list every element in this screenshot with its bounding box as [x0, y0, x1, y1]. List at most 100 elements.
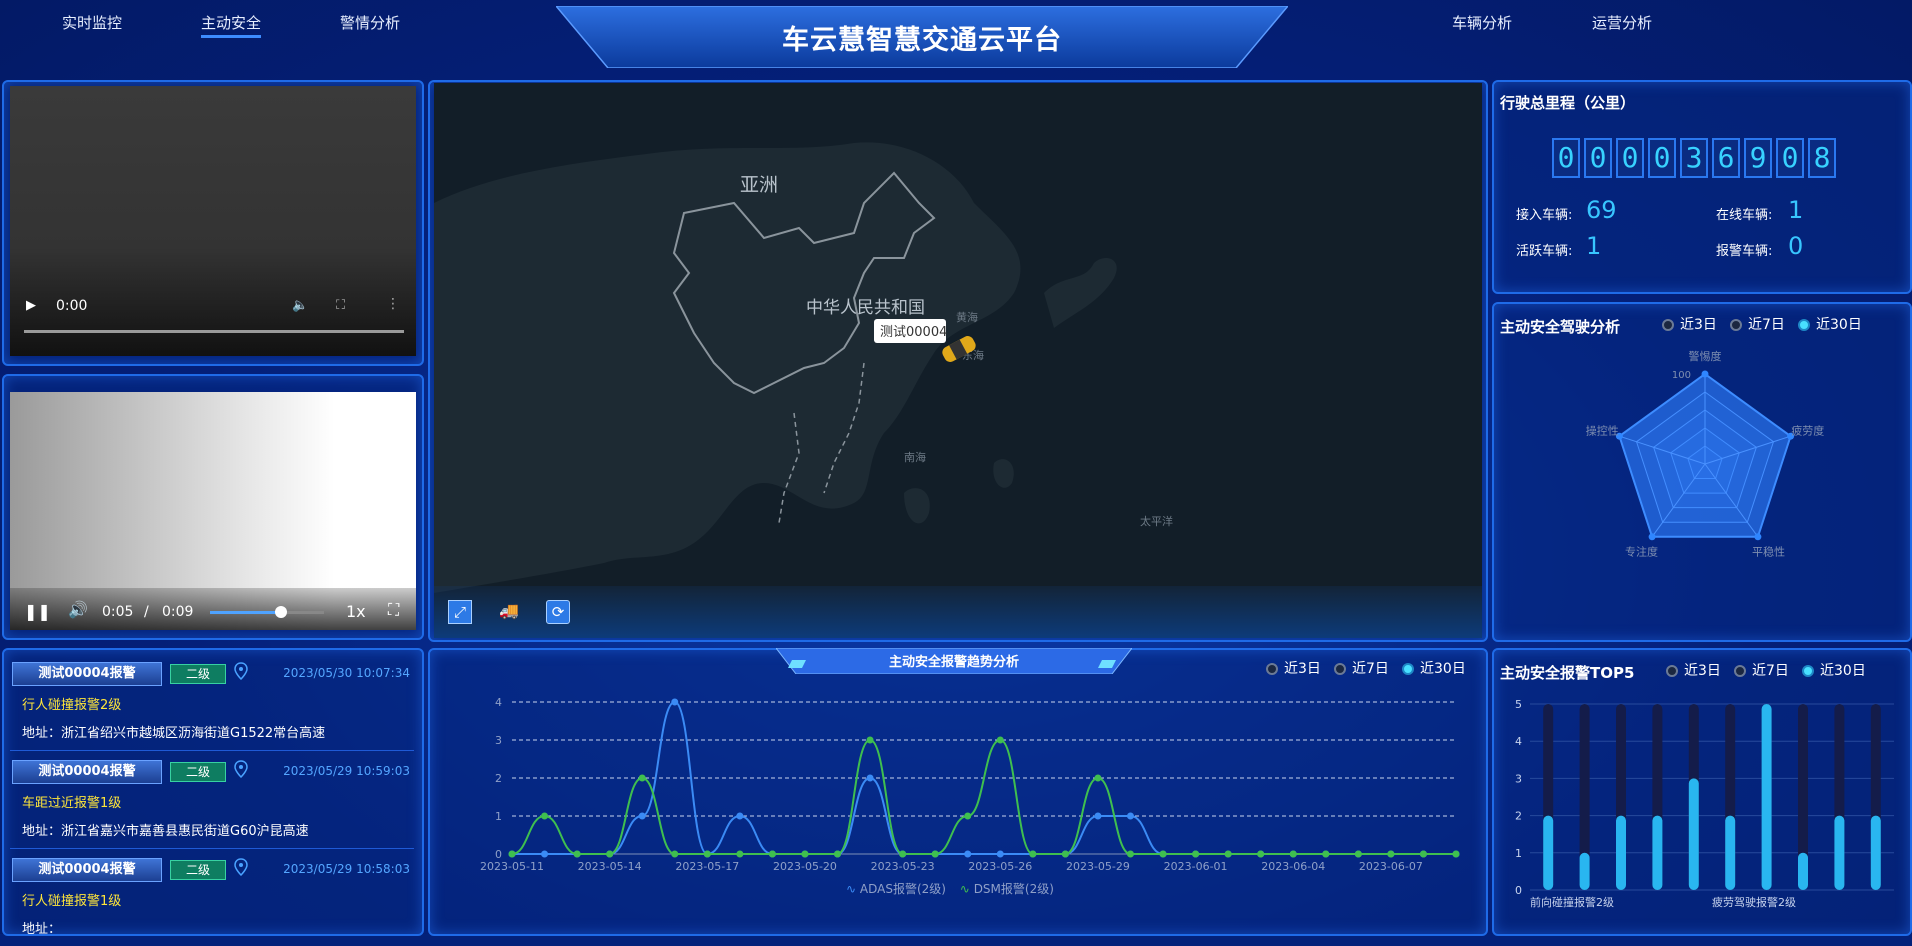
- volume-icon[interactable]: 🔊: [68, 600, 88, 619]
- trend-range-3d[interactable]: 近3日: [1266, 658, 1321, 678]
- nav-active-safety[interactable]: 主动安全: [201, 12, 262, 38]
- data-point[interactable]: [768, 850, 776, 858]
- data-point[interactable]: [866, 774, 874, 782]
- data-point[interactable]: [573, 850, 581, 858]
- data-point[interactable]: [736, 812, 744, 820]
- bar[interactable]: [1616, 815, 1626, 890]
- data-point[interactable]: [964, 850, 972, 858]
- bar[interactable]: [1652, 815, 1663, 890]
- data-point[interactable]: [1419, 850, 1427, 858]
- alert-item[interactable]: 测试00004报警 二级 2023/05/29 10:58:03 行人碰撞报警1…: [10, 854, 414, 946]
- data-point[interactable]: [801, 850, 809, 858]
- play-icon[interactable]: ▶: [26, 298, 36, 313]
- data-point[interactable]: [1126, 850, 1134, 858]
- top5-range-3d[interactable]: 近3日: [1666, 660, 1721, 680]
- data-point[interactable]: [606, 850, 614, 858]
- data-point[interactable]: [1257, 850, 1265, 858]
- data-point[interactable]: [1126, 812, 1134, 820]
- data-point[interactable]: [541, 850, 549, 858]
- bar[interactable]: [1761, 704, 1772, 890]
- trend-range-7d[interactable]: 近7日: [1334, 658, 1389, 678]
- data-point[interactable]: [1224, 850, 1232, 858]
- nav-alert-analysis[interactable]: 警情分析: [340, 12, 400, 33]
- map-view[interactable]: 亚洲 中华人民共和国 黄海 东海 南海 太平洋 测试00004: [434, 83, 1482, 637]
- data-point[interactable]: [1354, 850, 1362, 858]
- seek-knob[interactable]: [274, 606, 287, 618]
- data-point[interactable]: [1061, 850, 1069, 858]
- location-pin-icon[interactable]: [234, 858, 248, 876]
- alert-time: 2023/05/30 10:07:34: [283, 666, 410, 680]
- data-point[interactable]: [996, 736, 1004, 744]
- data-point[interactable]: [638, 774, 646, 782]
- location-pin-icon[interactable]: [234, 760, 248, 778]
- nav-vehicle-analysis[interactable]: 车辆分析: [1452, 12, 1512, 33]
- bar[interactable]: [1688, 778, 1699, 890]
- data-point[interactable]: [1452, 850, 1460, 858]
- nav-realtime-monitor[interactable]: 实时监控: [62, 12, 122, 33]
- radar-range-3d[interactable]: 近3日: [1662, 314, 1717, 334]
- bar[interactable]: [1798, 852, 1808, 890]
- video-player-1[interactable]: ▶ 0:00 🔈 ⛶ ⋮: [10, 86, 416, 356]
- nav-operation-analysis[interactable]: 运营分析: [1592, 12, 1652, 33]
- radar-axis-label: 专注度: [1625, 544, 1658, 558]
- alert-item[interactable]: 测试00004报警 二级 2023/05/29 10:59:03 车距过近报警1…: [10, 756, 414, 849]
- radar-range-30d[interactable]: 近30日: [1798, 314, 1862, 334]
- data-point[interactable]: [834, 850, 842, 858]
- video-progress-track[interactable]: [24, 330, 404, 333]
- bar[interactable]: [1579, 852, 1590, 890]
- alert-level-badge: 二级: [170, 762, 226, 782]
- data-point[interactable]: [736, 850, 744, 858]
- truck-search-icon[interactable]: 🚚: [492, 600, 526, 622]
- data-point[interactable]: [1387, 850, 1395, 858]
- bar[interactable]: [1725, 815, 1736, 890]
- more-options-icon[interactable]: ⋮: [386, 296, 400, 312]
- data-point[interactable]: [638, 812, 646, 820]
- fullscreen-icon[interactable]: ⛶: [388, 600, 399, 620]
- zoom-extent-icon[interactable]: ⤢: [448, 600, 472, 624]
- data-point[interactable]: [541, 812, 549, 820]
- data-point[interactable]: [1322, 850, 1330, 858]
- radar-point[interactable]: [1701, 370, 1709, 378]
- top5-range-7d[interactable]: 近7日: [1734, 660, 1789, 680]
- bar[interactable]: [1870, 815, 1881, 890]
- data-point[interactable]: [1159, 850, 1167, 858]
- refresh-icon[interactable]: ⟳: [546, 600, 570, 624]
- playback-speed[interactable]: 1x: [346, 602, 366, 621]
- data-point[interactable]: [1192, 850, 1200, 858]
- seek-track[interactable]: [210, 606, 324, 618]
- data-point[interactable]: [671, 850, 679, 858]
- data-point[interactable]: [1289, 850, 1297, 858]
- bar[interactable]: [1834, 815, 1845, 890]
- radar-range-7d[interactable]: 近7日: [1730, 314, 1785, 334]
- radar-point[interactable]: [1648, 533, 1656, 541]
- data-point[interactable]: [1094, 812, 1102, 820]
- location-pin-icon[interactable]: [234, 662, 248, 680]
- data-point[interactable]: [899, 850, 907, 858]
- trend-range-30d[interactable]: 近30日: [1402, 658, 1466, 678]
- y-tick-label: 1: [495, 810, 502, 823]
- data-point[interactable]: [931, 850, 939, 858]
- y-tick-label: 5: [1515, 698, 1522, 711]
- y-tick-label: 4: [1515, 735, 1522, 748]
- data-point[interactable]: [1029, 850, 1037, 858]
- data-point[interactable]: [964, 812, 972, 820]
- pause-icon[interactable]: ❚❚: [24, 602, 51, 621]
- radio-dot: [1266, 663, 1278, 675]
- data-point[interactable]: [1094, 774, 1102, 782]
- fullscreen-icon[interactable]: ⛶: [336, 298, 345, 313]
- radio-label: 近7日: [1748, 317, 1785, 333]
- video-player-2[interactable]: ❚❚ 🔊 0:05 / 0:09 1x ⛶: [10, 392, 416, 630]
- bar[interactable]: [1543, 815, 1554, 890]
- radio-label: 近3日: [1284, 661, 1321, 677]
- data-point[interactable]: [508, 850, 516, 858]
- label-south-sea: 南海: [904, 450, 926, 464]
- data-point[interactable]: [866, 736, 874, 744]
- alert-item[interactable]: 测试00004报警 二级 2023/05/30 10:07:34 行人碰撞报警2…: [10, 658, 414, 751]
- data-point[interactable]: [671, 698, 679, 706]
- volume-icon[interactable]: 🔈: [292, 298, 308, 313]
- data-point[interactable]: [996, 850, 1004, 858]
- radar-point[interactable]: [1754, 533, 1762, 541]
- top5-range-30d[interactable]: 近30日: [1802, 660, 1866, 680]
- label-china: 中华人民共和国: [806, 298, 925, 318]
- data-point[interactable]: [703, 850, 711, 858]
